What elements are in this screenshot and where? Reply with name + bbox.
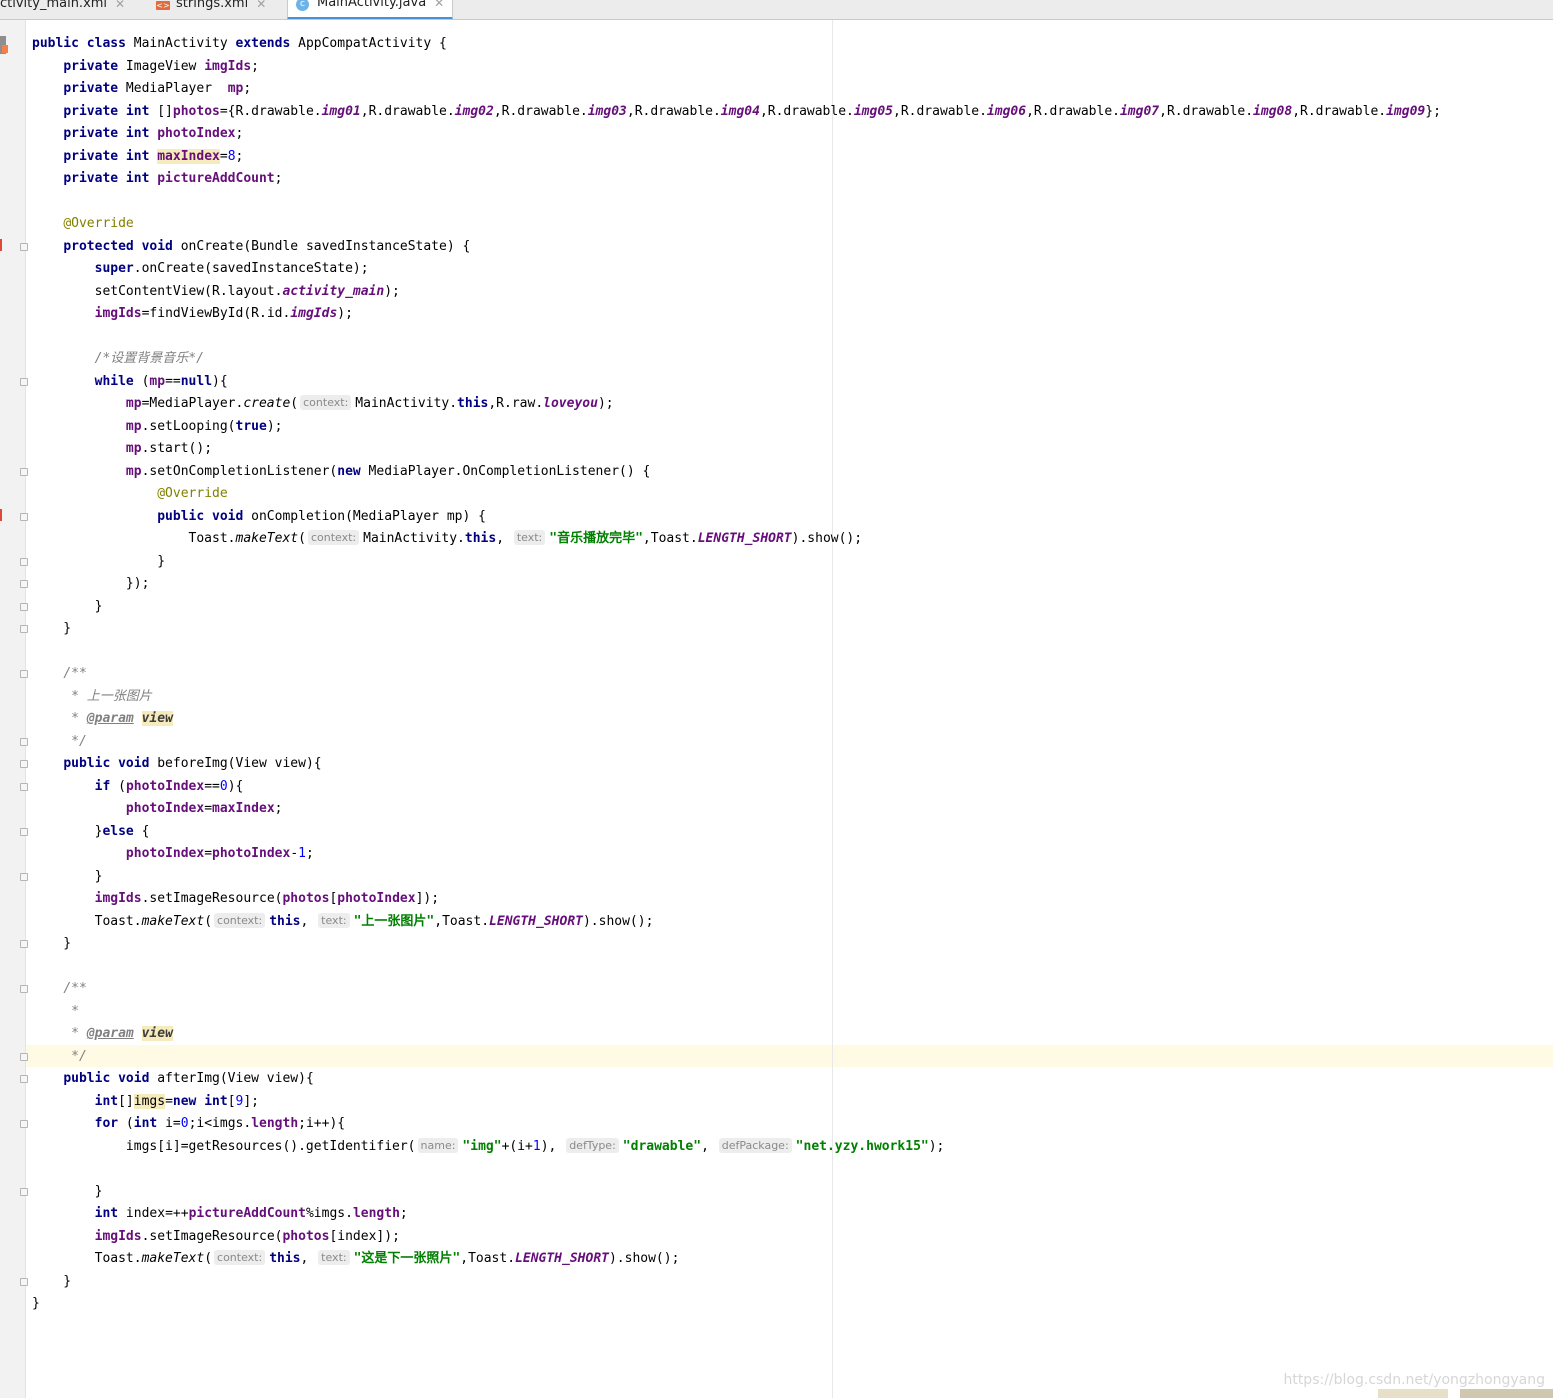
code-line: imgs[i]=getResources().getIdentifier(nam… (32, 1137, 945, 1154)
code-line: super.onCreate(savedInstanceState); (94, 261, 369, 276)
override-arrow-icon[interactable] (0, 509, 2, 521)
code-line: mp.start(); (125, 441, 213, 456)
code-line: /** (63, 666, 87, 681)
fold-icon[interactable] (20, 828, 28, 836)
code-line: private int photoIndex; (63, 126, 244, 141)
close-icon[interactable]: ✕ (115, 0, 125, 11)
code-line: int index=++pictureAddCount%imgs.length; (94, 1206, 408, 1221)
code-editor[interactable]: public class MainActivity extends AppCom… (32, 33, 1441, 1316)
fold-icon[interactable] (20, 1075, 28, 1083)
code-line: private MediaPlayer mp; (63, 81, 252, 96)
fold-icon[interactable] (20, 1188, 28, 1196)
code-line: imgIds.setImageResource(photos[index]); (94, 1228, 400, 1244)
close-icon[interactable]: ✕ (256, 0, 266, 11)
code-line: public void afterImg(View view){ (63, 1071, 314, 1086)
fold-icon[interactable] (20, 513, 28, 521)
fold-icon[interactable] (20, 1120, 28, 1128)
tab-activity-main-xml[interactable]: ctivity_main.xml ✕ (0, 0, 133, 19)
image-thumbnail (1460, 1389, 1553, 1398)
code-line: imgIds.setImageResource(photos[photoInde… (94, 891, 440, 906)
code-line: Toast.makeText(context: this, text: "这是下一张… (32, 1250, 680, 1266)
code-line: } (32, 936, 72, 951)
code-line: protected void onCreate(Bundle savedInst… (63, 238, 471, 254)
code-line: private int pictureAddCount; (63, 171, 283, 186)
code-line: * @param view (32, 711, 173, 726)
code-line: /*设置背景音乐*/ (94, 351, 204, 366)
code-line: Toast.makeText(context: this, text: "上一张图片… (32, 912, 654, 929)
close-icon[interactable]: ✕ (434, 0, 444, 10)
code-line: } (32, 553, 166, 569)
code-line: }); (32, 576, 150, 591)
code-line: public class MainActivity extends AppCom… (32, 36, 447, 51)
tab-label: ctivity_main.xml (0, 0, 108, 11)
fold-icon[interactable] (20, 940, 28, 948)
fold-icon[interactable] (20, 468, 28, 476)
fold-icon[interactable] (20, 783, 28, 791)
code-line: * @param view (32, 1026, 173, 1041)
code-line: @Override (157, 486, 228, 501)
fold-icon[interactable] (20, 580, 28, 588)
code-line: int[]imgs=new int[9]; (94, 1093, 260, 1109)
code-line: while (mp==null){ (94, 373, 228, 389)
tab-label: strings.xml (176, 0, 249, 11)
fold-icon[interactable] (20, 1053, 28, 1061)
code-line: if (photoIndex==0){ (94, 778, 244, 794)
image-thumbnail (1378, 1389, 1448, 1398)
fold-icon[interactable] (20, 985, 28, 993)
editor-tab-bar: ctivity_main.xml ✕ <> strings.xml ✕ c Ma… (0, 0, 1553, 20)
fold-icon[interactable] (20, 378, 28, 386)
code-line: mp.setOnCompletionListener(new MediaPlay… (125, 463, 651, 479)
code-line: mp.setLooping(true); (125, 418, 283, 434)
code-line: for (int i=0;i<imgs.length;i++){ (94, 1116, 346, 1131)
code-line: } (32, 1273, 72, 1289)
code-line: } (32, 621, 72, 636)
watermark: https://blog.csdn.net/yongzhongyang (1283, 1372, 1545, 1388)
code-line: photoIndex=maxIndex; (125, 801, 283, 816)
code-line: * (32, 1003, 79, 1019)
code-line: */ (32, 1048, 87, 1064)
code-line: * 上一张图片 (32, 688, 152, 704)
java-class-icon: c (296, 0, 309, 11)
code-line: private int []photos={R.drawable.img01,R… (63, 103, 1441, 119)
code-line: } (32, 868, 103, 884)
code-line: } (32, 598, 103, 614)
code-line: }else { (32, 823, 150, 839)
override-arrow-icon[interactable] (0, 239, 2, 251)
tab-label: MainActivity.java (317, 0, 427, 10)
code-line: Toast.makeText(context: MainActivity.this… (32, 530, 863, 546)
warning-marker-icon (2, 45, 8, 53)
fold-icon[interactable] (20, 1278, 28, 1286)
code-line: photoIndex=photoIndex-1; (125, 846, 314, 861)
fold-icon[interactable] (20, 738, 28, 746)
code-line: public void onCompletion(MediaPlayer mp)… (157, 508, 486, 524)
code-line: imgIds=findViewById(R.id.imgIds); (94, 306, 353, 321)
tab-mainactivity-java[interactable]: c MainActivity.java ✕ (287, 0, 454, 19)
code-line: private ImageView imgIds; (63, 58, 259, 74)
code-line: setContentView(R.layout.activity_main); (32, 283, 400, 299)
code-line: private int maxIndex=8; (63, 148, 244, 164)
fold-icon[interactable] (20, 873, 28, 881)
tab-strings-xml[interactable]: <> strings.xml ✕ (148, 0, 274, 19)
code-line: mp=MediaPlayer.create(context: MainActivi… (125, 395, 614, 411)
fold-icon[interactable] (20, 558, 28, 566)
code-line: /** (63, 981, 87, 996)
fold-icon[interactable] (20, 760, 28, 768)
fold-icon[interactable] (20, 243, 28, 251)
code-line: */ (32, 733, 87, 749)
xml-file-icon: <> (156, 1, 170, 10)
code-line: @Override (63, 216, 134, 231)
code-line: public void beforeImg(View view){ (63, 756, 322, 771)
code-line: } (32, 1183, 103, 1199)
fold-icon[interactable] (20, 670, 28, 678)
fold-icon[interactable] (20, 625, 28, 633)
fold-icon[interactable] (20, 603, 28, 611)
code-line: } (32, 1296, 40, 1311)
